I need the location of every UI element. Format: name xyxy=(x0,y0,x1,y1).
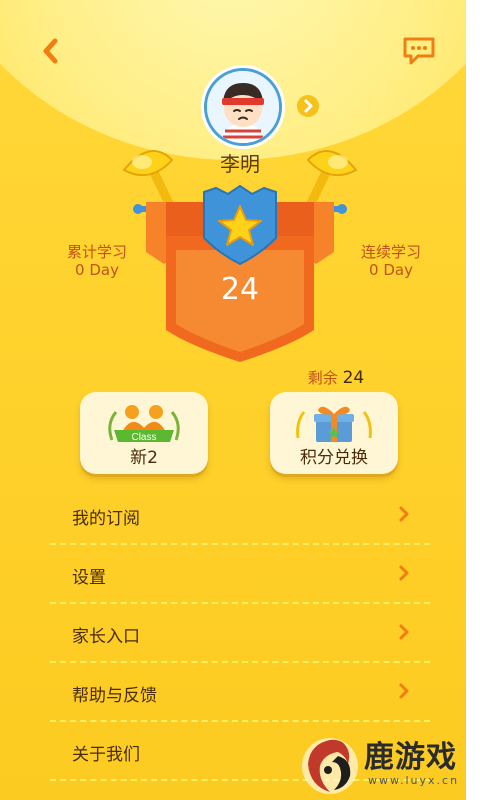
menu-item-help-feedback[interactable]: 帮助与反馈 xyxy=(50,663,430,722)
menu-item-label: 帮助与反馈 xyxy=(72,686,157,706)
class-badge-icon: Class xyxy=(104,400,184,446)
chevron-right-icon xyxy=(399,565,409,581)
menu-item-settings[interactable]: 设置 xyxy=(50,545,430,604)
menu-item-label: 设置 xyxy=(72,568,106,588)
menu-item-label: 关于我们 xyxy=(72,745,140,765)
chevron-right-icon xyxy=(399,624,409,640)
boy-avatar-icon xyxy=(207,71,279,143)
message-icon xyxy=(403,37,435,65)
chevron-left-icon xyxy=(43,38,58,64)
banner-graphic xyxy=(122,150,358,362)
class-card[interactable]: Class 新2 xyxy=(80,392,208,474)
chevron-right-icon xyxy=(399,506,409,522)
consecutive-study-value: 0 Day xyxy=(369,261,413,279)
gift-box-icon xyxy=(294,400,374,446)
cumulative-study-value: 0 Day xyxy=(75,261,119,279)
watermark-url: www.luyx.cn xyxy=(368,774,460,787)
avatar[interactable] xyxy=(204,68,282,146)
menu-item-subscriptions[interactable]: 我的订阅 xyxy=(50,486,430,545)
message-button[interactable] xyxy=(402,36,436,66)
deer-logo-icon xyxy=(302,738,358,794)
class-card-label: 新2 xyxy=(130,448,158,468)
remaining-points: 剩余 24 xyxy=(296,367,376,388)
class-badge-text: Class xyxy=(131,432,156,443)
remaining-label: 剩余 xyxy=(307,369,338,387)
cumulative-study-stat: 累计学习 0 Day xyxy=(52,243,142,279)
consecutive-study-stat: 连续学习 0 Day xyxy=(346,243,436,279)
back-button[interactable] xyxy=(36,36,66,66)
main-count: 24 xyxy=(220,272,260,307)
points-exchange-label: 积分兑换 xyxy=(300,448,368,468)
profile-screen: 李明 累计学习 0 Day 连续学习 0 Day 24 剩余 24 Class … xyxy=(0,0,466,800)
points-exchange-card[interactable]: 积分兑换 xyxy=(270,392,398,474)
cumulative-study-label: 累计学习 xyxy=(66,243,127,261)
consecutive-study-label: 连续学习 xyxy=(360,243,421,261)
remaining-value: 24 xyxy=(342,368,365,388)
site-watermark: 鹿游戏 www.luyx.cn xyxy=(298,730,480,800)
achievement-banner xyxy=(110,140,370,370)
menu-item-label: 家长入口 xyxy=(72,627,140,647)
profile-arrow-button[interactable] xyxy=(297,95,319,117)
menu-item-parent-entry[interactable]: 家长入口 xyxy=(50,604,430,663)
watermark-text: 鹿游戏 xyxy=(364,740,457,775)
chevron-right-icon xyxy=(304,99,313,113)
menu-item-label: 我的订阅 xyxy=(72,509,140,529)
chevron-right-icon xyxy=(399,683,409,699)
